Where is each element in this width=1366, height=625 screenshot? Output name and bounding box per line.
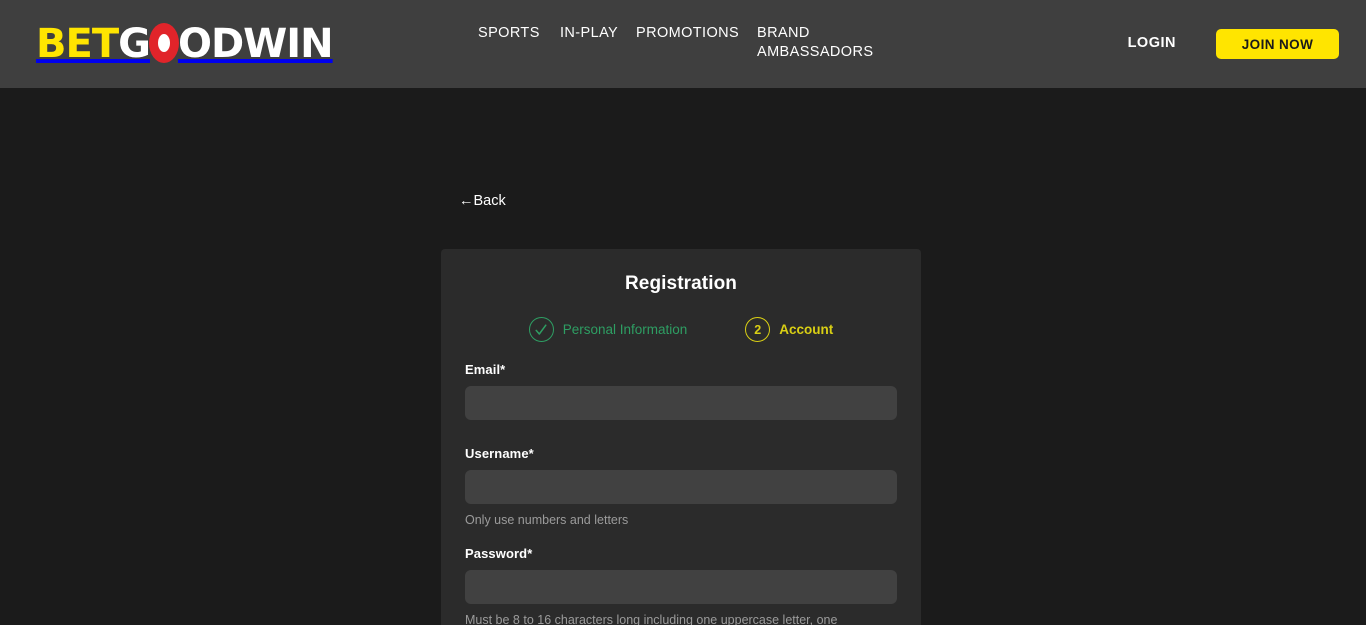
nav-item-sports[interactable]: SPORTS xyxy=(478,24,560,43)
step-label-personal-information: Personal Information xyxy=(562,322,688,337)
registration-form: Email* Username* Only use numbers and le… xyxy=(441,362,921,625)
email-field[interactable] xyxy=(465,386,897,420)
password-field[interactable] xyxy=(465,570,897,604)
login-link[interactable]: LOGIN xyxy=(1128,35,1176,51)
back-link[interactable]: ←Back xyxy=(459,192,506,210)
nav-item-brand-ambassadors[interactable]: BRAND AMBASSADORS xyxy=(757,24,887,62)
site-header: BETG ODWIN SPORTS IN-PLAY PROMOTIONS BRAN… xyxy=(0,0,1366,88)
step-label-account: Account xyxy=(779,322,834,337)
logo-red-oval-icon xyxy=(148,23,179,63)
logo-text-g: G xyxy=(118,21,151,67)
check-circle-icon xyxy=(528,317,554,342)
join-now-button[interactable]: JOIN NOW xyxy=(1216,29,1339,59)
field-username: Username* Only use numbers and letters xyxy=(465,446,897,528)
page-body: ←Back Registration Personal Information … xyxy=(0,88,1366,625)
logo-text-odwin: ODWIN xyxy=(177,21,334,67)
password-hint: Must be 8 to 16 characters long includin… xyxy=(465,613,838,625)
email-label: Email* xyxy=(465,362,506,377)
step-account[interactable]: 2 Account xyxy=(745,317,833,342)
password-label: Password* xyxy=(465,546,533,561)
username-label: Username* xyxy=(465,446,534,461)
primary-navigation: SPORTS IN-PLAY PROMOTIONS BRAND AMBASSAD… xyxy=(478,24,1098,62)
step-personal-information[interactable]: Personal Information xyxy=(528,317,688,342)
username-hint: Only use numbers and letters xyxy=(465,513,629,527)
nav-item-promotions[interactable]: PROMOTIONS xyxy=(636,24,757,43)
username-field[interactable] xyxy=(465,470,897,504)
field-email: Email* xyxy=(465,362,897,420)
logo-text-bet: BET xyxy=(36,21,119,67)
field-password: Password* Must be 8 to 16 characters lon… xyxy=(465,546,897,625)
nav-item-in-play[interactable]: IN-PLAY xyxy=(560,24,636,43)
registration-steps: Personal Information 2 Account xyxy=(441,317,921,342)
step-number-badge: 2 xyxy=(745,317,771,342)
registration-card: Registration Personal Information 2 Acco… xyxy=(441,249,921,625)
site-logo[interactable]: BETG ODWIN xyxy=(36,21,334,67)
page-title: Registration xyxy=(624,273,738,294)
